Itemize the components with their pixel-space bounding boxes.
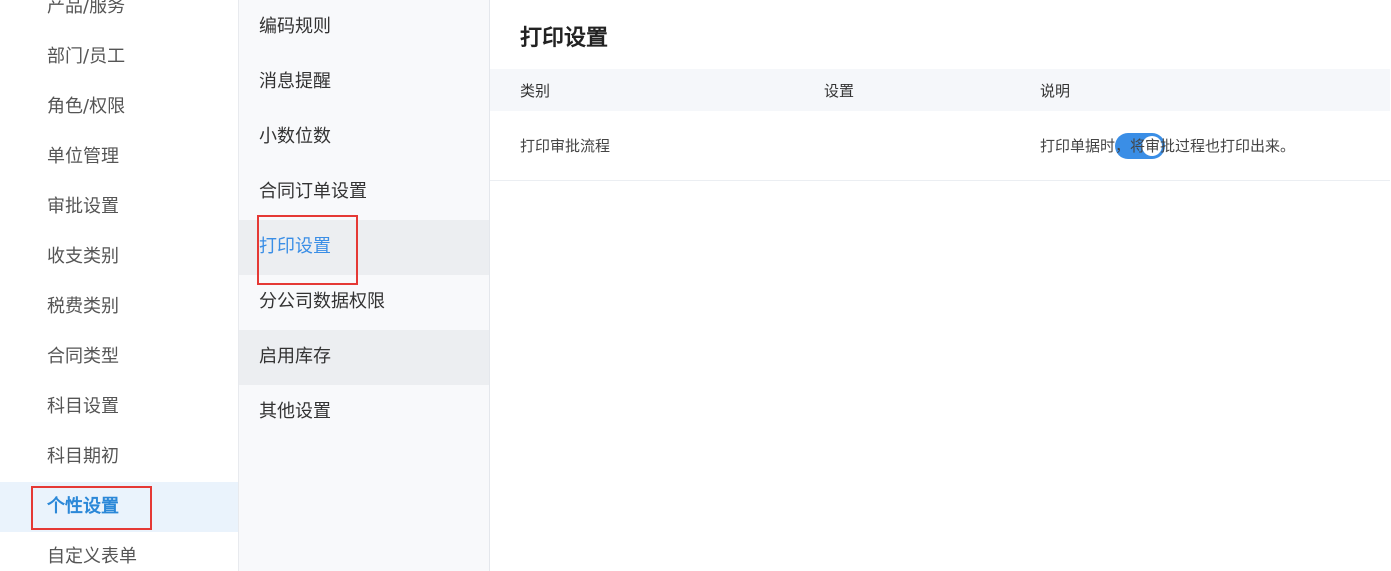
sidebar-item-contract-type[interactable]: 合同类型 — [0, 332, 238, 382]
sidebar-item-units[interactable]: 单位管理 — [0, 132, 238, 182]
submenu-item-label: 编码规则 — [259, 16, 331, 37]
sidebar-item-roles[interactable]: 角色/权限 — [0, 82, 238, 132]
submenu-item-notifications[interactable]: 消息提醒 — [239, 55, 489, 110]
sidebar-item-label: 合同类型 — [47, 346, 119, 367]
sidebar-item-label: 单位管理 — [47, 146, 119, 167]
sidebar-item-personalization[interactable]: 个性设置 — [0, 482, 238, 532]
submenu-item-enable-inventory[interactable]: 启用库存 — [239, 330, 489, 385]
sidebar-item-label: 税费类别 — [47, 296, 119, 317]
submenu-item-label: 启用库存 — [259, 346, 331, 367]
sidebar-item-subjects[interactable]: 科目设置 — [0, 382, 238, 432]
page-title: 打印设置 — [520, 26, 609, 51]
row-description: 打印单据时，将审批过程也打印出来。 — [1040, 137, 1296, 155]
settings-table: 类别 设置 说明 打印审批流程 打印单据时，将审批过程也打印出来。 — [490, 69, 1390, 181]
sidebar-item-label: 科目设置 — [47, 396, 119, 417]
sidebar-list: 产品/服务 部门/员工 角色/权限 单位管理 审批设置 收支类别 税费类别 合同… — [0, 0, 238, 571]
sidebar-item-products[interactable]: 产品/服务 — [0, 0, 238, 32]
submenu-item-decimals[interactable]: 小数位数 — [239, 110, 489, 165]
sidebar-item-label: 部门/员工 — [47, 46, 126, 67]
left-sidebar: 产品/服务 部门/员工 角色/权限 单位管理 审批设置 收支类别 税费类别 合同… — [0, 0, 239, 571]
header-setting: 设置 — [824, 81, 855, 100]
sidebar-item-custom-form[interactable]: 自定义表单 — [0, 532, 238, 571]
submenu-item-contract-order[interactable]: 合同订单设置 — [239, 165, 489, 220]
sidebar-item-tax[interactable]: 税费类别 — [0, 282, 238, 332]
sidebar-item-label: 审批设置 — [47, 196, 119, 217]
settings-app: 产品/服务 部门/员工 角色/权限 单位管理 审批设置 收支类别 税费类别 合同… — [0, 0, 1391, 571]
sidebar-item-departments[interactable]: 部门/员工 — [0, 32, 238, 82]
submenu-item-label: 小数位数 — [259, 126, 331, 147]
submenu-item-branch-permissions[interactable]: 分公司数据权限 — [239, 275, 489, 330]
table-row: 打印审批流程 打印单据时，将审批过程也打印出来。 — [490, 111, 1390, 181]
sidebar-item-approval[interactable]: 审批设置 — [0, 182, 238, 232]
row-category: 打印审批流程 — [520, 137, 611, 155]
submenu-item-print-settings[interactable]: 打印设置 — [239, 215, 489, 285]
sidebar-item-label: 收支类别 — [47, 246, 119, 267]
sidebar-item-label: 科目期初 — [47, 446, 119, 467]
submenu-item-label: 消息提醒 — [259, 71, 331, 92]
submenu-item-other-settings[interactable]: 其他设置 — [239, 385, 489, 440]
sidebar-item-label: 自定义表单 — [47, 546, 137, 567]
header-description: 说明 — [1040, 81, 1071, 100]
settings-submenu: 编码规则 消息提醒 小数位数 合同订单设置 打印设置 分公司数据权限 启用库存 … — [239, 0, 490, 571]
sidebar-item-label: 产品/服务 — [47, 0, 126, 17]
sidebar-item-income-expense[interactable]: 收支类别 — [0, 232, 238, 282]
sidebar-item-label: 个性设置 — [47, 496, 119, 517]
submenu-item-label: 打印设置 — [259, 236, 331, 257]
sidebar-item-label: 角色/权限 — [47, 96, 126, 117]
main-content: 打印设置 类别 设置 说明 打印审批流程 打印单据时，将审批过程也打印出来。 — [490, 0, 1391, 571]
sidebar-item-subject-opening[interactable]: 科目期初 — [0, 432, 238, 482]
submenu-item-coding-rules[interactable]: 编码规则 — [239, 0, 489, 55]
submenu-item-label: 分公司数据权限 — [259, 291, 385, 312]
table-header: 类别 设置 说明 — [490, 69, 1390, 111]
submenu-item-label: 其他设置 — [259, 401, 331, 422]
submenu-item-label: 合同订单设置 — [259, 181, 367, 202]
